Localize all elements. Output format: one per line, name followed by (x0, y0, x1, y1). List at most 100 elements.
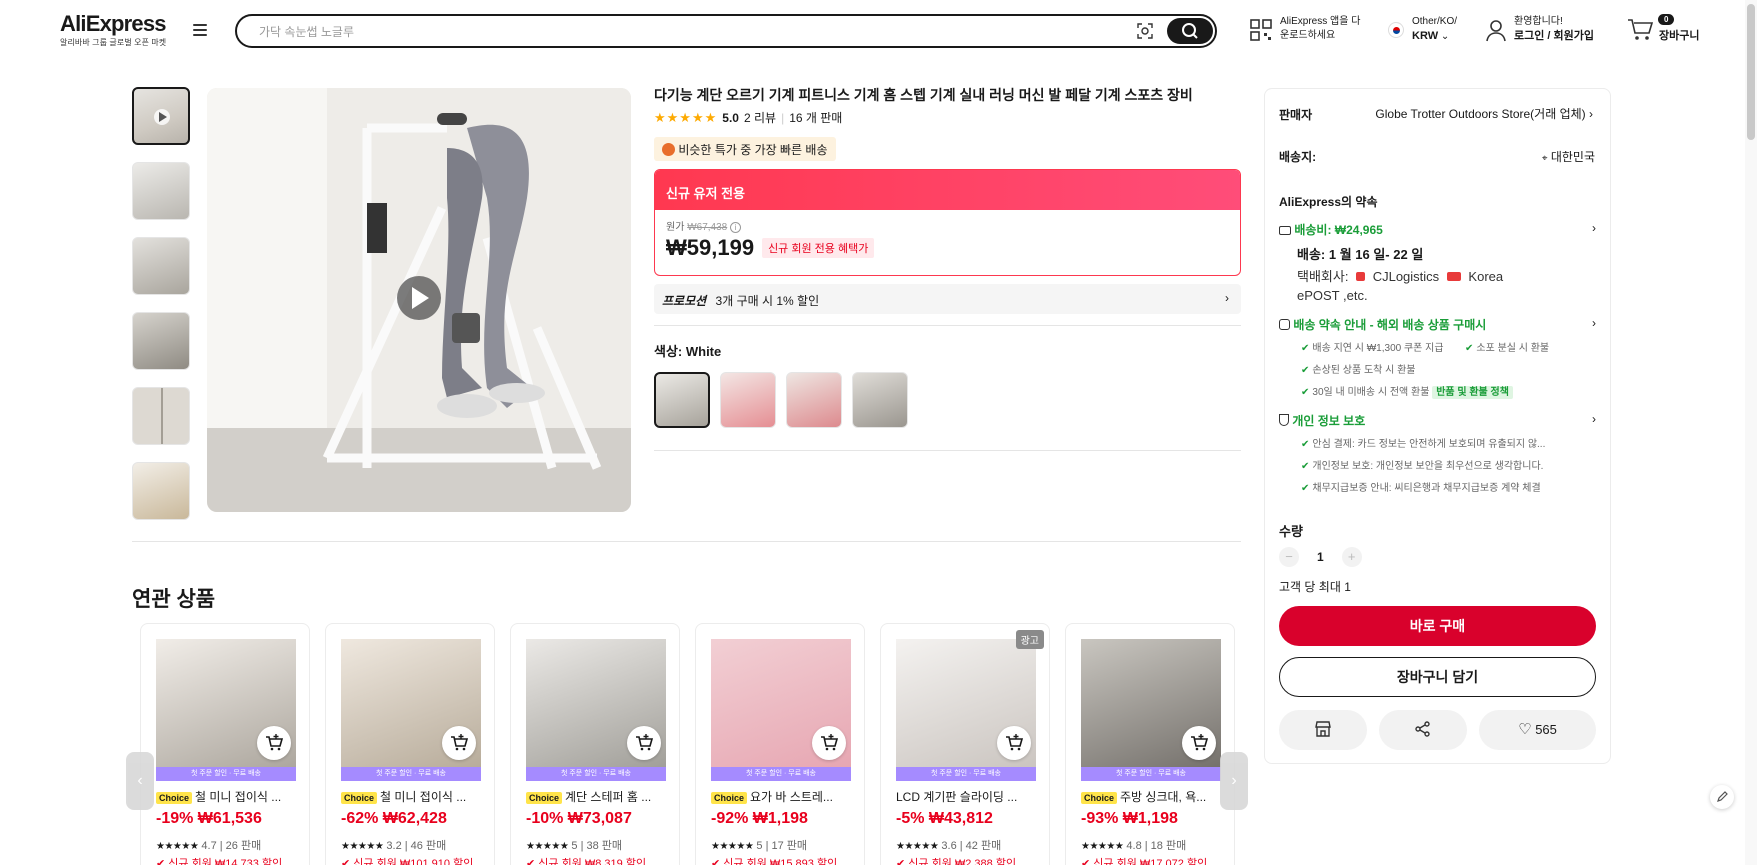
carousel-next-button[interactable]: › (1220, 752, 1248, 810)
privacy-title: 개인 정보 보호 (1292, 414, 1366, 428)
product-title[interactable]: LCD 계기판 슬라이딩 ... (896, 788, 1041, 805)
search-icon (1182, 23, 1198, 39)
related-product-card[interactable]: 첫 주문 할인 · 무료 배송 Choice 철 미니 접이식 ... -62% ₩6… (325, 623, 495, 865)
new-user-discount-text: 신규 회원 ₩2,388 할인 (908, 858, 1017, 865)
refund-policy-link[interactable]: 반품 및 환불 정책 (1432, 386, 1513, 399)
ad-badge: 광고 (1015, 630, 1044, 649)
new-user-discount: ✔ 신규 회원 ₩17,072 할인 (1081, 855, 1231, 865)
wishlist-button[interactable]: ♡ 565 (1479, 710, 1596, 750)
quantity-stepper: − 1 + (1279, 547, 1362, 567)
privacy-row[interactable]: 개인 정보 보호 › (1279, 412, 1596, 429)
star-rating-icon: ★★★★★ (1081, 841, 1124, 852)
ship-to-selector[interactable]: ⌖ 대한민국 (1465, 148, 1595, 165)
add-to-cart-icon[interactable] (1182, 726, 1216, 760)
swatch-pink-tablet[interactable] (786, 372, 842, 428)
privacy-item-text: 안심 결제: 카드 정보는 안전하게 보호되며 유출되지 않... (1312, 439, 1546, 450)
search-input[interactable]: 가닥 속눈썹 노글루 (259, 23, 354, 40)
fast-shipping-badge: 비슷한 특가 중 가장 빠른 배송 (654, 137, 836, 161)
product-title[interactable]: Choice 주방 싱크대, 욕... (1081, 788, 1226, 805)
purchase-panel: 판매자 Globe Trotter Outdoors Store(거래 업체) … (1264, 88, 1611, 764)
thumbnail-image[interactable] (132, 162, 190, 220)
related-product-card[interactable]: 첫 주문 할인 · 무료 배송 Choice 주방 싱크대, 욕... -93% ₩1… (1065, 623, 1235, 865)
search-bar[interactable]: 가닥 속눈썹 노글루 (235, 14, 1217, 48)
quantity-increase-button[interactable]: + (1341, 547, 1362, 567)
product-title[interactable]: Choice 계단 스테퍼 홈 ... (526, 788, 671, 805)
color-label: 색상: White (654, 344, 722, 359)
product-rating-value: 3.6 (941, 840, 957, 852)
add-to-cart-button[interactable]: 장바구니 담기 (1279, 657, 1596, 697)
thumbnail-video[interactable] (132, 87, 190, 145)
product-sold: 46 판매 (410, 840, 447, 852)
product-price: -10% ₩73,087 (526, 810, 632, 827)
user-icon[interactable] (1485, 18, 1507, 42)
privacy-item-text: 채무지급보증 안내: 씨티은행과 채무지급보증 계약 체결 (1312, 483, 1541, 494)
add-to-cart-icon[interactable] (997, 726, 1031, 760)
product-title[interactable]: Choice 철 미니 접이식 ... (341, 788, 486, 805)
product-rating: ★★★★★ 4.8 | 18 판매 (1081, 840, 1187, 852)
divider (132, 541, 1241, 542)
add-to-cart-icon[interactable] (627, 726, 661, 760)
add-to-cart-icon[interactable] (257, 726, 291, 760)
new-user-header: 신규 유저 전용 (655, 170, 1240, 210)
coupon-icon: ✔ (896, 858, 906, 865)
related-product-card[interactable]: 첫 주문 할인 · 무료 배송 Choice 계단 스테퍼 홈 ... -10% ₩7… (510, 623, 680, 865)
related-product-card[interactable]: 첫 주문 할인 · 무료 배송 Choice 요가 바 스트레... -92% ₩1,… (695, 623, 865, 865)
related-product-card[interactable]: 첫 주문 할인 · 무료 배송 광고 LCD 계기판 슬라이딩 ... -5% ₩43… (880, 623, 1050, 865)
main-product-image[interactable] (207, 88, 631, 512)
review-count[interactable]: 2 리뷰 (744, 109, 776, 126)
seller-link[interactable]: Globe Trotter Outdoors Store(거래 업체) › (1353, 105, 1593, 122)
buy-now-button[interactable]: 바로 구매 (1279, 606, 1596, 646)
rating-row[interactable]: ★★★★★ 5.0 2 리뷰 | 16 개 판매 (654, 109, 842, 126)
product-title[interactable]: Choice 철 미니 접이식 ... (156, 788, 301, 805)
quantity-decrease-button[interactable]: − (1279, 547, 1299, 567)
feedback-edit-button[interactable] (1710, 785, 1734, 809)
add-to-cart-icon[interactable] (812, 726, 846, 760)
login-link[interactable]: 환영합니다! 로그인 / 회원가입 (1514, 15, 1594, 44)
swatch-pink[interactable] (720, 372, 776, 428)
page-scrollbar[interactable] (1745, 0, 1757, 865)
qr-code-icon[interactable] (1249, 18, 1273, 42)
aliexpress-logo[interactable]: AliExpress 알리바바 그룹 글로벌 오픈 마켓 (60, 12, 167, 48)
scrollbar-thumb[interactable] (1747, 4, 1755, 140)
quantity-value[interactable]: 1 (1317, 550, 1324, 564)
thumbnail-image[interactable] (132, 312, 190, 370)
new-user-discount: ✔ 신규 회원 ₩101,910 할인 (341, 855, 491, 865)
app-download[interactable]: AliExpress 앱을 다 운로드하세요 (1280, 15, 1360, 43)
cart-label[interactable]: 장바구니 (1659, 29, 1699, 44)
cart-icon[interactable] (1627, 18, 1653, 42)
region-selector[interactable]: Other/KO/ KRW ⌄ (1412, 15, 1457, 44)
carousel-prev-button[interactable]: ‹ (126, 752, 154, 810)
product-price: -5% ₩43,812 (896, 810, 993, 827)
thumbnail-image[interactable] (132, 387, 190, 445)
shipping-fee-row[interactable]: 배송비: ₩24,965 › (1279, 221, 1596, 238)
product-title-text: 철 미니 접이식 ... (380, 790, 467, 804)
product-title[interactable]: Choice 요가 바 스트레... (711, 788, 856, 805)
coupon-icon: ✔ (526, 858, 536, 865)
swatch-grey[interactable] (852, 372, 908, 428)
add-to-cart-icon[interactable] (442, 726, 476, 760)
quantity-label: 수량 (1279, 524, 1303, 539)
share-button[interactable] (1379, 710, 1467, 750)
search-button[interactable] (1167, 18, 1213, 44)
product-title-text: LCD 계기판 슬라이딩 ... (896, 790, 1018, 804)
new-user-discount-text: 신규 회원 ₩17,072 할인 (1093, 858, 1208, 865)
related-product-card[interactable]: 첫 주문 할인 · 무료 배송 Choice 철 미니 접이식 ... -19% ₩6… (140, 623, 310, 865)
swatch-white[interactable] (654, 372, 710, 428)
thumbnail-image[interactable] (132, 237, 190, 295)
promotion-row[interactable]: 프로모션 3개 구매 시 1% 할인 › (654, 284, 1241, 314)
menu-icon[interactable] (193, 24, 207, 36)
image-search-icon[interactable] (1137, 23, 1153, 39)
star-rating-icon: ★★★★★ (156, 841, 199, 852)
seller-name: Globe Trotter Outdoors Store(거래 업체) (1375, 107, 1586, 121)
store-button[interactable] (1279, 710, 1367, 750)
shipping-fee: 배송비: ₩24,965 (1294, 223, 1383, 237)
epost-logo-icon (1446, 272, 1461, 281)
guarantee-row[interactable]: 배송 약속 안내 - 해외 배송 상품 구매시 › (1279, 316, 1596, 333)
privacy-item: ✔ 채무지급보증 안내: 씨티은행과 채무지급보증 계약 체결 (1301, 483, 1541, 494)
star-rating-icon: ★★★★★ (711, 841, 754, 852)
chevron-right-icon: › (1589, 107, 1593, 121)
carrier-info: 택배회사: CJLogistics Korea ePOST ,etc. (1297, 267, 1537, 305)
info-icon[interactable]: i (730, 222, 741, 233)
thumbnail-image[interactable] (132, 462, 190, 520)
product-rating-value: 5 (571, 840, 578, 852)
